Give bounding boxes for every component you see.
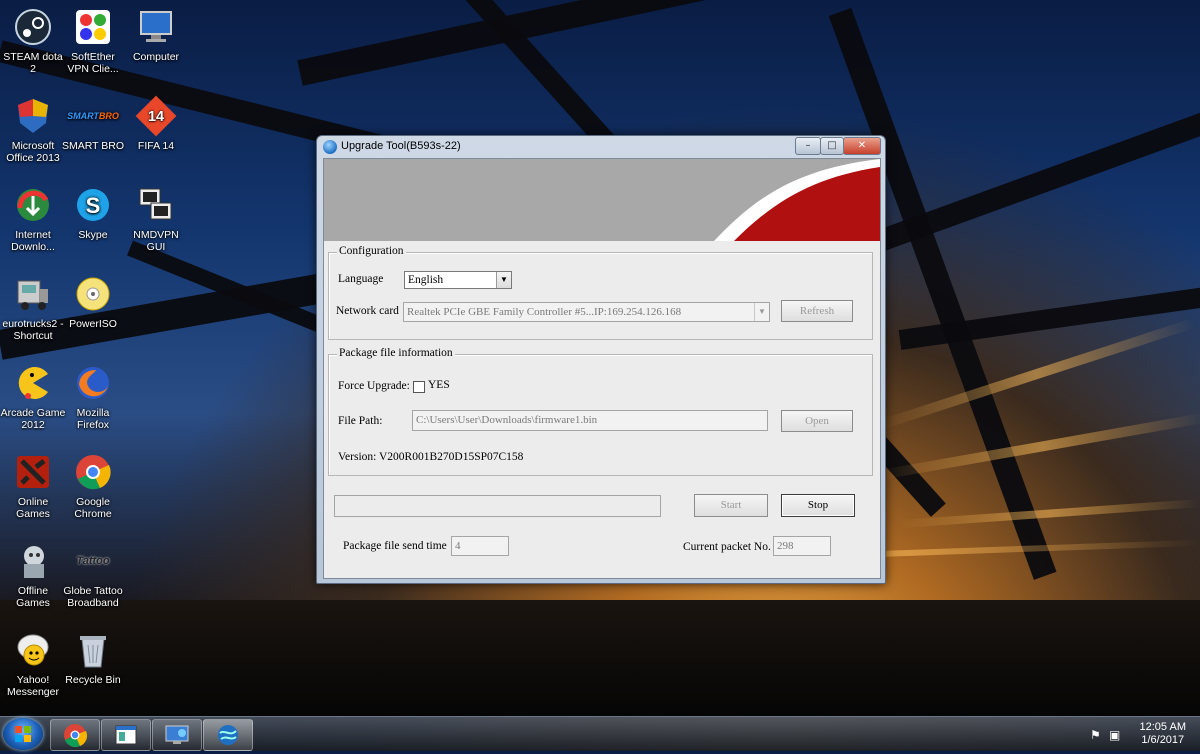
desktop-icon-nmdvpn[interactable]: NMDVPN GUI	[123, 184, 189, 253]
idm-icon	[12, 184, 54, 226]
svg-text:S: S	[86, 193, 101, 218]
desktop-icon-tattoo[interactable]: Tattoo Globe Tattoo Broadband	[60, 540, 126, 609]
open-button[interactable]: Open	[781, 410, 853, 432]
softether-icon	[72, 6, 114, 48]
firefox-icon	[72, 362, 114, 404]
window-icon	[115, 725, 137, 745]
taskbar-window-app[interactable]	[101, 719, 151, 751]
stop-button[interactable]: Stop	[781, 494, 855, 517]
clock-time: 12:05 AM	[1139, 721, 1186, 733]
desktop-icon-softether[interactable]: SoftEther VPN Clie...	[60, 6, 126, 75]
desktop-icon-skype[interactable]: S Skype	[60, 184, 126, 241]
desktop-icon-fifa[interactable]: 14 FIFA 14	[123, 95, 189, 152]
minimize-button[interactable]: –	[795, 137, 821, 155]
taskbar-chrome[interactable]	[50, 719, 100, 751]
refresh-button[interactable]: Refresh	[781, 300, 853, 322]
smart-bro-icon: SMART BRO	[67, 111, 119, 121]
desktop-icon-computer[interactable]: Computer	[123, 6, 189, 63]
send-time-label: Package file send time	[343, 540, 447, 552]
file-path-label: File Path:	[338, 415, 383, 427]
network-card-label: Network card	[336, 305, 399, 317]
skype-icon: S	[72, 184, 114, 226]
dota-icon	[12, 451, 54, 493]
force-upgrade-label: Force Upgrade:	[338, 380, 410, 392]
offline-games-icon	[12, 540, 54, 582]
yahoo-icon	[12, 629, 54, 671]
desktop-icon-arcade[interactable]: Arcade Game 2012	[0, 362, 66, 431]
language-label: Language	[338, 273, 384, 285]
send-time-field: 4	[451, 536, 509, 556]
current-packet-label: Current packet No.	[683, 541, 771, 553]
flag-icon[interactable]: ⚑	[1090, 728, 1101, 742]
recycle-bin-icon	[72, 629, 114, 671]
close-button[interactable]: ✕	[843, 137, 881, 155]
upgrade-tool-window[interactable]: Upgrade Tool(B593s-22) – □ ✕ Configurati…	[316, 135, 886, 584]
header-banner	[324, 159, 880, 241]
desktop-icon-firefox[interactable]: Mozilla Firefox	[60, 362, 126, 431]
desktop-icon-poweriso[interactable]: PowerISO	[60, 273, 126, 330]
minimize-icon: –	[805, 140, 811, 151]
window-client-area: Configuration Language English ▼ Network…	[323, 158, 881, 579]
maximize-icon: □	[827, 140, 837, 151]
force-upgrade-checkbox[interactable]	[413, 381, 425, 393]
configuration-title: Configuration	[337, 245, 406, 257]
desktop-icon-steam[interactable]: STEAM dota 2	[0, 6, 66, 75]
network-dropdown-arrow-icon[interactable]: ▼	[754, 303, 769, 321]
taskbar-network-app[interactable]	[152, 719, 202, 751]
clock-date: 1/6/2017	[1141, 734, 1185, 746]
clock[interactable]: 12:05 AM 1/6/2017	[1140, 721, 1186, 747]
fifa-icon: 14	[135, 95, 177, 137]
package-info-group: Package file information Force Upgrade: …	[328, 347, 873, 476]
desktop-icon-yahoo[interactable]: Yahoo! Messenger	[0, 629, 66, 698]
taskbar: ⚑ ▣ 12:05 AM 1/6/2017	[0, 716, 1200, 751]
network-icon	[165, 725, 189, 744]
desktop-icon-eurotrucks[interactable]: eurotrucks2 - Shortcut	[0, 273, 66, 342]
computer-icon	[135, 6, 177, 48]
windows-logo-icon	[15, 726, 31, 742]
nmdvpn-icon	[135, 184, 177, 226]
truck-icon	[12, 273, 54, 315]
progress-bar	[334, 495, 661, 517]
maximize-button[interactable]: □	[820, 137, 844, 155]
current-packet-field: 298	[773, 536, 831, 556]
dropdown-arrow-icon[interactable]: ▼	[496, 272, 511, 288]
desktop-icon-office[interactable]: Microsoft Office 2013	[0, 95, 66, 164]
language-value: English	[408, 274, 444, 286]
pacman-icon	[12, 362, 54, 404]
version-text: Version: V200R001B270D15SP07C158	[338, 451, 524, 463]
language-select[interactable]: English ▼	[404, 271, 512, 289]
app-globe-icon	[323, 140, 337, 154]
configuration-group: Configuration Language English ▼ Network…	[328, 245, 873, 340]
office-shield-icon	[12, 95, 54, 137]
start-button[interactable]: Start	[694, 494, 768, 517]
steam-icon	[12, 6, 54, 48]
desktop-icon-smartbro[interactable]: SMART BRO SMART BRO	[60, 95, 126, 152]
desktop-icon-online-games[interactable]: Online Games	[0, 451, 66, 520]
close-icon: ✕	[857, 140, 867, 151]
desktop-icon-offline-games[interactable]: Offline Games	[0, 540, 66, 609]
network-card-select[interactable]: Realtek PCIe GBE Family Controller #5...…	[403, 302, 770, 322]
package-info-title: Package file information	[337, 347, 455, 359]
desktop-icon-idm[interactable]: Internet Downlo...	[0, 184, 66, 253]
desktop-icon-recycle-bin[interactable]: Recycle Bin	[60, 629, 126, 686]
file-path-input[interactable]: C:\Users\User\Downloads\firmware1.bin	[412, 410, 768, 431]
tattoo-icon: Tattoo	[76, 555, 110, 567]
poweriso-icon	[72, 273, 114, 315]
banner-swoosh	[324, 159, 880, 241]
window-title: Upgrade Tool(B593s-22)	[341, 140, 461, 152]
taskbar-upgrade-tool[interactable]	[203, 719, 253, 751]
force-upgrade-yes-label: YES	[428, 379, 450, 391]
desktop-icon-chrome[interactable]: Google Chrome	[60, 451, 126, 520]
chrome-icon	[64, 724, 87, 747]
title-bar[interactable]: Upgrade Tool(B593s-22) – □ ✕	[317, 136, 885, 158]
network-tray-icon[interactable]: ▣	[1109, 728, 1120, 742]
start-button[interactable]	[3, 718, 43, 750]
chrome-icon	[72, 451, 114, 493]
network-card-value: Realtek PCIe GBE Family Controller #5...…	[407, 306, 682, 318]
upgrade-tool-icon	[218, 725, 238, 745]
